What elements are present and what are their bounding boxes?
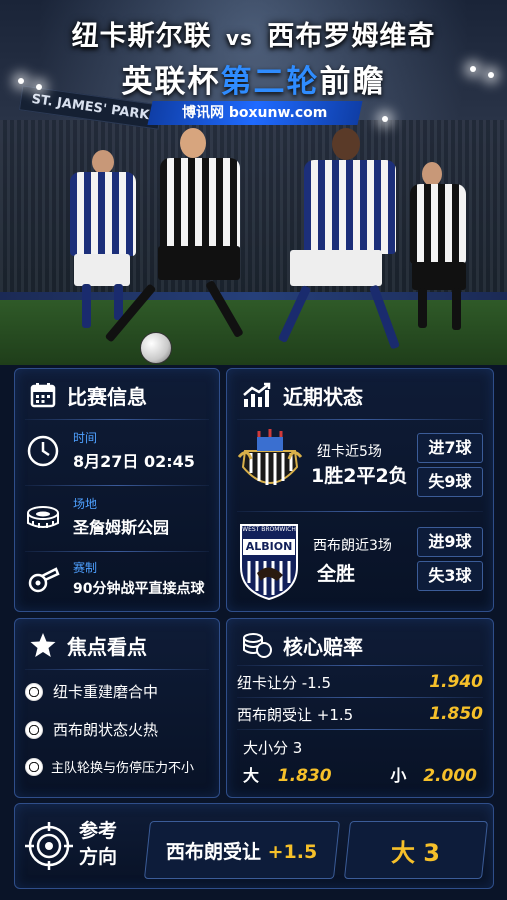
vs-label: vs — [226, 26, 253, 50]
divider — [237, 665, 483, 666]
reference-label: 参考 方向 — [79, 818, 117, 870]
time-label: 时间 — [73, 431, 98, 445]
focus-item-text: 纽卡重建磨合中 — [53, 683, 159, 701]
newcastle-goals-conceded: 失9球 — [417, 467, 483, 497]
venue-label: 场地 — [73, 497, 98, 511]
pick1-value: +1.5 — [268, 840, 318, 863]
divider — [25, 669, 209, 670]
info-time: 时间 8月27日 02:45 — [25, 429, 195, 472]
west-brom-badge-text: WEST BROMWICH — [242, 526, 296, 533]
recent-form-header: 近期状态 — [241, 379, 363, 411]
under-odds: 2.000 — [423, 766, 477, 786]
home-handicap-label: 纽卡让分 -1.5 — [237, 673, 332, 692]
west-brom-record: 全胜 — [317, 563, 356, 585]
stadium-icon — [25, 499, 61, 535]
pick1-text: 西布朗受让 — [166, 840, 262, 863]
form-team-newcastle — [237, 427, 303, 497]
clock-icon — [25, 433, 61, 469]
west-brom-badge-main: ALBION — [245, 540, 293, 553]
round-label: 第二轮 — [220, 64, 320, 100]
reference-label-line2: 方向 — [79, 846, 118, 868]
match-info-panel: 比赛信息 时间 8月27日 02:45 场地 圣詹姆斯公园 赛制 90分钟战平直… — [14, 368, 220, 612]
divider — [237, 419, 483, 420]
hero-banner: ST. JAMES' PARK 纽卡斯尔联 vs 西布罗姆维奇 英联杯第二轮前瞻… — [0, 0, 507, 365]
match-info-header: 比赛信息 — [29, 379, 147, 411]
format-label: 赛制 — [73, 561, 98, 575]
odds-header: 核心赔率 — [241, 629, 363, 661]
newcastle-goals-scored: 进7球 — [417, 433, 483, 463]
west-brom-badge: WEST BROMWICH ALBION — [237, 521, 301, 601]
site-tag[interactable]: 博讯网 boxunw.com — [147, 101, 363, 125]
pitch — [0, 300, 507, 365]
newcastle-badge — [237, 427, 303, 497]
whistle-icon — [25, 561, 61, 597]
focus-panel: 焦点看点 纽卡重建磨合中 西布朗状态火热 主队轮换与伤停压力不小 — [14, 618, 220, 798]
newcastle-form-label: 纽卡近5场 — [317, 444, 382, 460]
football-icon — [25, 757, 43, 776]
competition-label: 英联杯 — [121, 64, 221, 100]
focus-item-text: 主队轮换与伤停压力不小 — [51, 761, 195, 776]
pick2-value: 大 3 — [391, 838, 441, 867]
divider — [25, 485, 209, 486]
divider — [25, 419, 209, 420]
reference-panel: 参考 方向 西布朗受让 +1.5 大 3 — [14, 803, 494, 889]
over-label: 大 — [243, 766, 260, 785]
form-team-west-brom: WEST BROMWICH ALBION — [237, 521, 301, 601]
target-icon — [25, 822, 73, 870]
recent-form-title: 近期状态 — [283, 384, 363, 409]
focus-item-text: 西布朗状态火热 — [53, 721, 159, 739]
focus-title: 焦点看点 — [67, 634, 147, 659]
headline-teams: 纽卡斯尔联 vs 西布罗姆维奇 — [0, 14, 507, 53]
headline-competition: 英联杯第二轮前瞻 — [0, 56, 507, 101]
focus-item: 主队轮换与伤停压力不小 — [25, 757, 194, 776]
focus-item: 纽卡重建磨合中 — [25, 681, 158, 702]
reference-pick-handicap: 西布朗受让 +1.5 — [143, 821, 341, 879]
west-brom-form-label: 西布朗近3场 — [313, 538, 392, 554]
football-icon — [25, 720, 43, 739]
divider — [237, 697, 483, 698]
trend-chart-icon — [241, 381, 273, 409]
floodlight — [382, 116, 388, 122]
recent-form-panel: 近期状态 纽卡近5场 1胜2平2负 进7球 失9球 WEST BROMWICH … — [226, 368, 494, 612]
coins-icon — [241, 631, 273, 659]
odds-title: 核心赔率 — [283, 634, 363, 659]
reference-pick-total: 大 3 — [343, 821, 489, 879]
match-info-title: 比赛信息 — [67, 384, 147, 409]
divider — [25, 551, 209, 552]
away-handicap-label: 西布朗受让 +1.5 — [237, 705, 354, 724]
odds-row-total: 大 1.830 小 2.000 — [243, 761, 477, 787]
venue-value: 圣詹姆斯公园 — [73, 518, 170, 537]
calendar-icon — [29, 381, 57, 409]
newcastle-record: 1胜2平2负 — [311, 465, 408, 487]
west-brom-goals-scored: 进9球 — [417, 527, 483, 557]
reference-label-line1: 参考 — [79, 820, 118, 842]
away-handicap-odds: 1.850 — [429, 704, 483, 724]
over-odds: 1.830 — [277, 766, 332, 786]
total-label: 大小分 3 — [243, 739, 303, 757]
divider — [237, 511, 483, 512]
odds-panel: 核心赔率 纽卡让分 -1.5 1.940 西布朗受让 +1.5 1.850 大小… — [226, 618, 494, 798]
site-label: 博讯网 boxunw.com — [182, 105, 328, 121]
odds-row-away-handicap: 西布朗受让 +1.5 1.850 — [237, 701, 483, 727]
preview-label: 前瞻 — [319, 64, 386, 100]
west-brom-goals-conceded: 失3球 — [417, 561, 483, 591]
focus-item: 西布朗状态火热 — [25, 719, 158, 740]
football — [140, 332, 172, 364]
focus-header: 焦点看点 — [29, 629, 147, 661]
format-value: 90分钟战平直接点球 — [73, 581, 205, 597]
under-label: 小 — [390, 766, 407, 785]
divider — [237, 729, 483, 730]
home-handicap-odds: 1.940 — [429, 672, 483, 692]
football-icon — [25, 682, 43, 701]
star-icon — [29, 631, 57, 659]
time-value: 8月27日 02:45 — [73, 452, 195, 471]
info-format: 赛制 90分钟战平直接点球 — [25, 559, 204, 598]
home-team-title: 纽卡斯尔联 — [71, 21, 212, 52]
away-team-title: 西布罗姆维奇 — [267, 21, 436, 52]
info-venue: 场地 圣詹姆斯公园 — [25, 495, 169, 538]
odds-row-home-handicap: 纽卡让分 -1.5 1.940 — [237, 669, 483, 695]
